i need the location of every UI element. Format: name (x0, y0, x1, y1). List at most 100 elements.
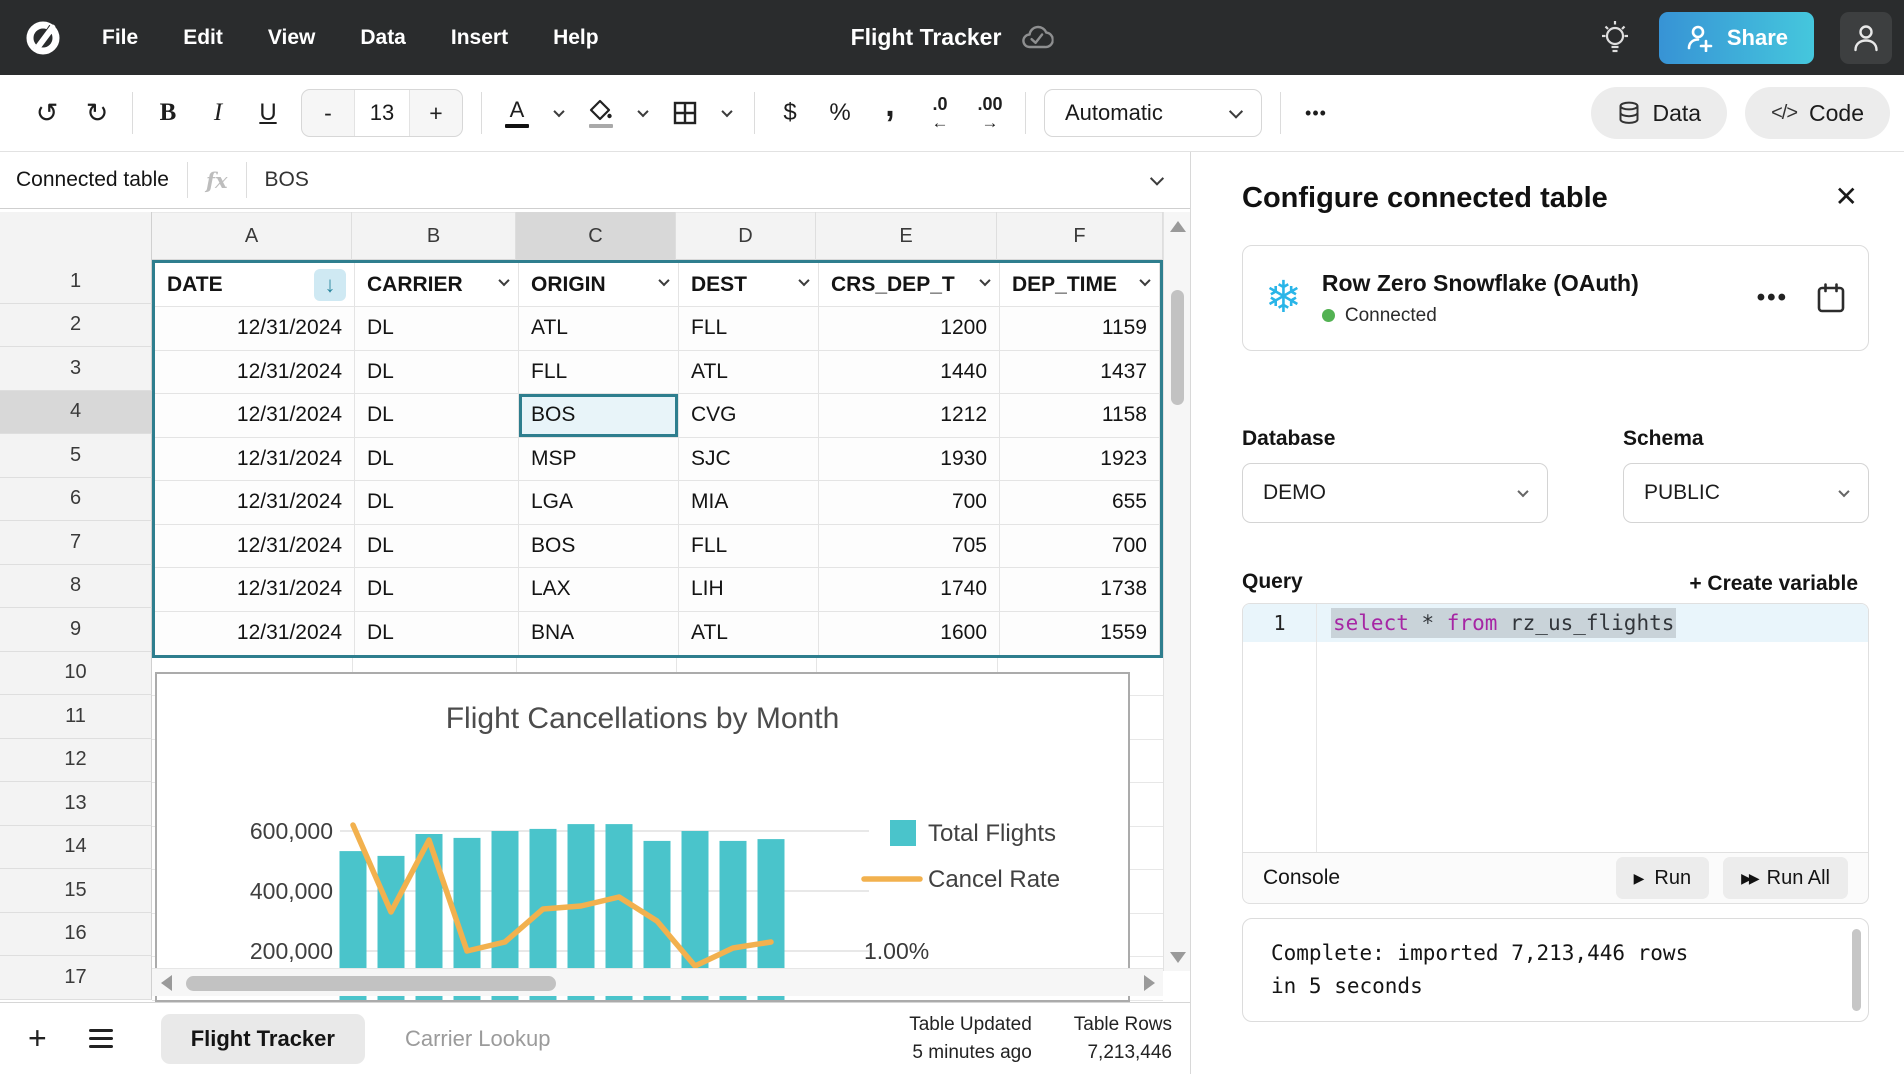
filter-chevron-icon[interactable] (979, 274, 990, 285)
run-button[interactable]: ▶ Run (1616, 857, 1709, 899)
editor-active-line[interactable]: 1 select * from rz_us_flights (1243, 604, 1868, 642)
cell[interactable]: 655 (1000, 481, 1160, 524)
column-filter-CARRIER[interactable]: CARRIER (355, 263, 519, 306)
cell[interactable]: 1159 (1000, 307, 1160, 350)
menu-view[interactable]: View (268, 26, 315, 50)
workbook-title[interactable]: Flight Tracker (851, 24, 1002, 51)
connection-more-button[interactable]: ••• (1757, 284, 1788, 312)
text-color-button[interactable]: A (495, 89, 539, 137)
cell[interactable]: 1600 (819, 612, 1000, 656)
row-header-3[interactable]: 3 (0, 347, 152, 391)
text-color-dropdown[interactable] (545, 89, 573, 137)
fill-color-button[interactable] (579, 89, 623, 137)
cell[interactable]: BNA (519, 612, 679, 656)
row-header-1[interactable]: 1 (0, 260, 152, 304)
share-button[interactable]: Share (1659, 12, 1814, 64)
font-size-value[interactable]: 13 (354, 90, 410, 136)
row-header-7[interactable]: 7 (0, 521, 152, 565)
currency-format-button[interactable]: $ (768, 89, 812, 137)
row-header-13[interactable]: 13 (0, 782, 152, 826)
menu-edit[interactable]: Edit (183, 26, 223, 50)
row-header-11[interactable]: 11 (0, 695, 152, 739)
cell[interactable]: 700 (819, 481, 1000, 524)
cell[interactable]: DL (355, 612, 519, 656)
sheet-list-menu-icon[interactable] (89, 1029, 113, 1048)
sort-descending-icon[interactable]: ↓ (314, 269, 346, 301)
scroll-down-button[interactable] (1164, 943, 1190, 971)
row-header-10[interactable]: 10 (0, 652, 152, 696)
thousands-separator-button[interactable]: , (868, 89, 912, 137)
fill-color-dropdown[interactable] (629, 89, 657, 137)
cell[interactable]: 12/31/2024 (155, 612, 355, 656)
column-filter-ORIGIN[interactable]: ORIGIN (519, 263, 679, 306)
cell[interactable]: DL (355, 394, 519, 437)
cell[interactable]: LGA (519, 481, 679, 524)
menu-file[interactable]: File (102, 26, 138, 50)
sheet-tab-flight-tracker[interactable]: Flight Tracker (161, 1014, 365, 1064)
cell[interactable]: DL (355, 351, 519, 394)
data-panel-button[interactable]: Data (1591, 87, 1728, 139)
number-format-select[interactable]: Automatic (1044, 89, 1262, 137)
italic-button[interactable]: I (196, 89, 240, 137)
cell[interactable]: DL (355, 438, 519, 481)
menu-data[interactable]: Data (360, 26, 406, 50)
close-panel-icon[interactable]: ✕ (1835, 180, 1858, 213)
account-avatar-button[interactable] (1840, 12, 1892, 64)
borders-dropdown[interactable] (713, 89, 741, 137)
console-output[interactable]: Complete: imported 7,213,446 rows in 5 s… (1242, 918, 1869, 1022)
decrease-decimal-button[interactable]: .0← (918, 89, 962, 137)
cell[interactable]: DL (355, 568, 519, 611)
cell[interactable]: ATL (679, 351, 819, 394)
horizontal-scrollbar[interactable] (152, 968, 1163, 996)
tips-lightbulb-icon[interactable] (1597, 18, 1633, 58)
scroll-left-button[interactable] (152, 969, 180, 997)
row-header-14[interactable]: 14 (0, 826, 152, 870)
sql-code-line[interactable]: select * from rz_us_flights (1317, 604, 1676, 642)
sql-editor[interactable]: 1 select * from rz_us_flights . (1242, 603, 1869, 852)
add-sheet-button[interactable]: + (28, 1020, 47, 1057)
sheet-tab-carrier-lookup[interactable]: Carrier Lookup (405, 1026, 551, 1052)
cell[interactable]: FLL (679, 307, 819, 350)
vertical-scrollbar[interactable] (1163, 212, 1190, 971)
row-header-6[interactable]: 6 (0, 478, 152, 522)
cell[interactable]: 12/31/2024 (155, 438, 355, 481)
filter-chevron-icon[interactable] (658, 274, 669, 285)
column-filter-DATE[interactable]: DATE↓ (155, 263, 355, 306)
column-filter-CRS_DEP_T[interactable]: CRS_DEP_T (819, 263, 1000, 306)
column-header-A[interactable]: A (152, 212, 352, 260)
row-header-2[interactable]: 2 (0, 304, 152, 348)
borders-button[interactable] (663, 89, 707, 137)
font-size-increase-button[interactable]: + (410, 100, 462, 127)
cell[interactable]: 1740 (819, 568, 1000, 611)
cell[interactable]: 12/31/2024 (155, 525, 355, 568)
more-options-button[interactable]: ••• (1294, 89, 1338, 137)
horizontal-scrollbar-thumb[interactable] (186, 976, 556, 991)
row-header-17[interactable]: 17 (0, 956, 152, 1000)
cell[interactable]: ATL (679, 612, 819, 656)
row-header-5[interactable]: 5 (0, 434, 152, 478)
cell[interactable]: MSP (519, 438, 679, 481)
cell[interactable]: FLL (679, 525, 819, 568)
cell[interactable]: 12/31/2024 (155, 394, 355, 437)
formula-input[interactable]: BOS (265, 168, 309, 192)
cell[interactable]: LIH (679, 568, 819, 611)
column-header-E[interactable]: E (816, 212, 997, 260)
cell[interactable]: 1437 (1000, 351, 1160, 394)
cell[interactable]: DL (355, 307, 519, 350)
column-header-D[interactable]: D (676, 212, 816, 260)
cell[interactable]: 1559 (1000, 612, 1160, 656)
grid-corner[interactable] (0, 212, 152, 260)
underline-button[interactable]: U (246, 89, 290, 137)
cell[interactable]: DL (355, 525, 519, 568)
cell[interactable]: 1200 (819, 307, 1000, 350)
percent-format-button[interactable]: % (818, 89, 862, 137)
row-header-16[interactable]: 16 (0, 913, 152, 957)
cell[interactable]: SJC (679, 438, 819, 481)
row-header-8[interactable]: 8 (0, 565, 152, 609)
cell[interactable]: MIA (679, 481, 819, 524)
cell[interactable]: ATL (519, 307, 679, 350)
scroll-up-button[interactable] (1164, 212, 1190, 240)
schema-select[interactable]: PUBLIC (1623, 463, 1869, 523)
cell[interactable]: 1212 (819, 394, 1000, 437)
filter-chevron-icon[interactable] (498, 274, 509, 285)
